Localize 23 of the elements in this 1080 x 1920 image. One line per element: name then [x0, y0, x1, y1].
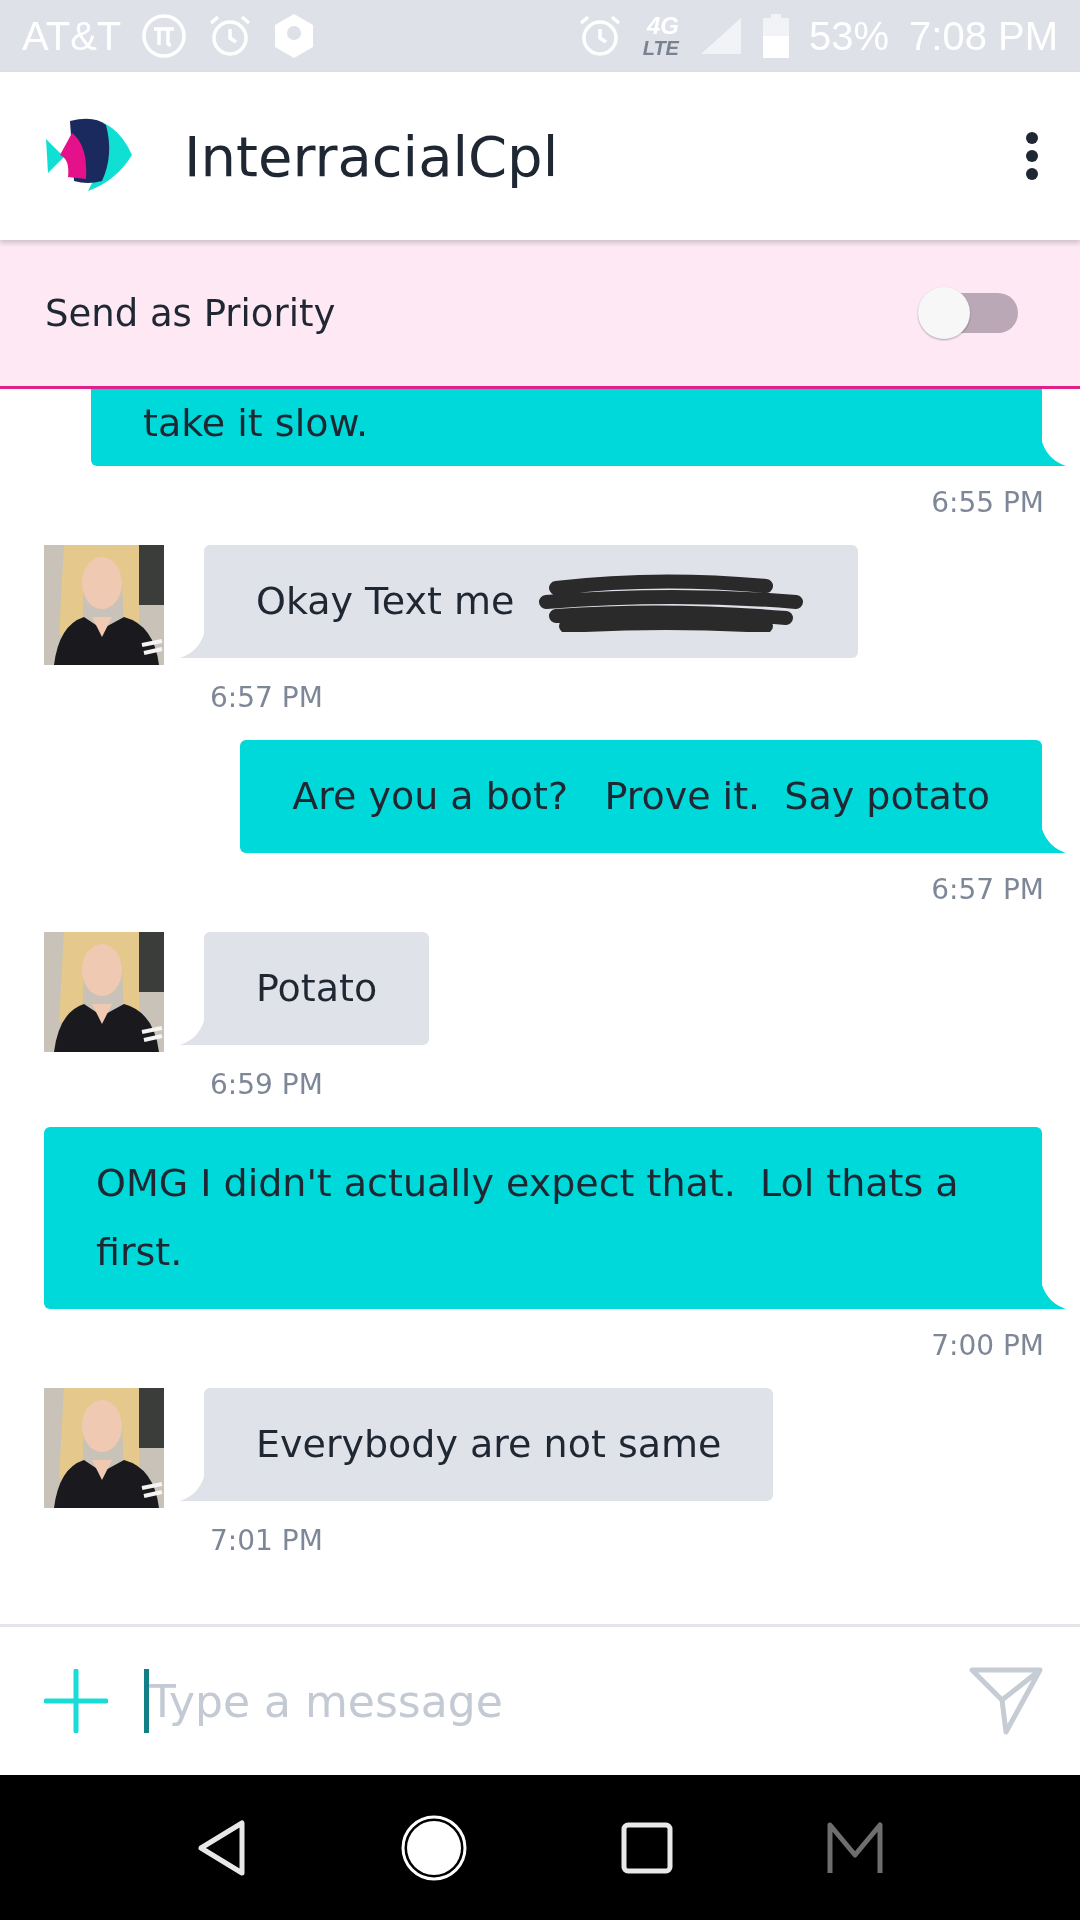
message-text: Okay Text me [256, 578, 515, 625]
priority-label: Send as Priority [45, 291, 337, 335]
chat-title: InterracialCpl [184, 123, 560, 189]
message-text: OMG I didn't actually expect that. Lol thats a first. [96, 1160, 960, 1276]
priority-toggle[interactable] [918, 285, 1020, 341]
message-input[interactable]: Type a message [144, 1669, 932, 1733]
recents-icon[interactable] [620, 1821, 673, 1874]
message-time: 6:55 PM [931, 486, 1044, 519]
message-time: 6:57 PM [210, 681, 324, 714]
message-time: 7:01 PM [210, 1524, 324, 1557]
message-time: 7:00 PM [931, 1329, 1044, 1362]
message-time: 6:59 PM [210, 1068, 324, 1101]
m-logo-icon[interactable] [825, 1820, 884, 1875]
message-time: 6:57 PM [931, 873, 1044, 906]
message-text: Potato [256, 965, 378, 1012]
message-text: Everybody are not same [256, 1421, 722, 1468]
battery-icon [762, 14, 789, 58]
more-menu-icon[interactable] [1024, 131, 1040, 181]
home-icon[interactable] [399, 1813, 468, 1882]
pi-icon [141, 13, 188, 59]
message-text: Are you a bot? Prove it. Say potato [292, 773, 990, 820]
message-text: take it slow. [143, 400, 369, 447]
back-icon[interactable] [196, 1818, 247, 1877]
